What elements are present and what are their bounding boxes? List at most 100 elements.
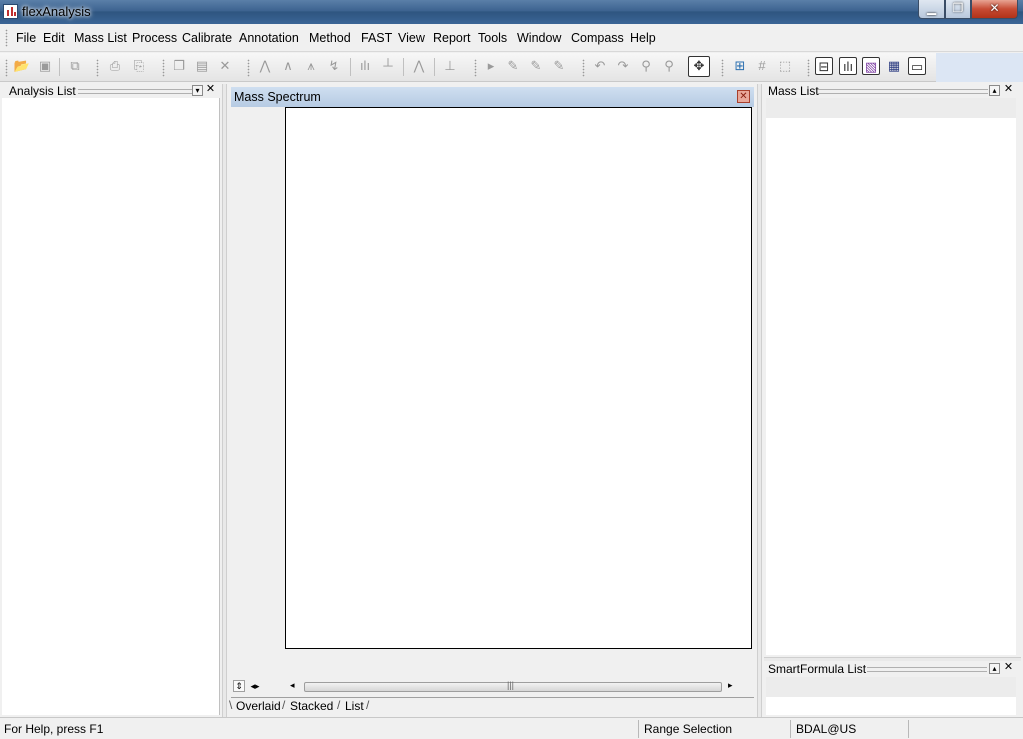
menu-help[interactable]: Help	[630, 31, 656, 45]
restore-button[interactable]: ❐	[945, 0, 971, 19]
tree-view-icon[interactable]: ⊟	[815, 57, 833, 75]
toolbar-grip-3[interactable]	[162, 59, 165, 77]
grid-icon[interactable]: #	[753, 57, 771, 75]
mass-spectrum-close-button[interactable]: ✕	[737, 90, 750, 103]
method-check-icon[interactable]: ✎	[527, 57, 545, 75]
horizontal-zoom-icon[interactable]: ◂▸	[248, 680, 262, 692]
print-preview-icon[interactable]: ⎙	[106, 57, 124, 75]
smartformula-close-icon[interactable]: ✕	[1003, 662, 1014, 674]
toolbar-empty-area	[936, 53, 1023, 82]
spectrum-horizontal-scrollbar[interactable]: ◂ ||| ▸	[287, 680, 739, 694]
peak-pick-icon[interactable]: ılı	[356, 57, 374, 75]
menu-window[interactable]: Window	[517, 31, 561, 45]
menu-method[interactable]: Method	[309, 31, 351, 45]
play-icon[interactable]: ▸	[482, 57, 500, 75]
toolbar-grip-2[interactable]	[96, 59, 99, 77]
zoom-out-icon[interactable]: ⚲	[660, 57, 678, 75]
delete-icon[interactable]: ✕	[216, 57, 234, 75]
baseline-icon[interactable]: ⩚	[302, 57, 320, 75]
deconvolute-icon[interactable]: ↯	[325, 57, 343, 75]
status-mode: Range Selection	[644, 722, 733, 736]
annotate-icon[interactable]: ⊥	[441, 57, 459, 75]
table-icon[interactable]: ▦	[885, 57, 903, 75]
left-splitter[interactable]	[222, 84, 227, 717]
smartformula-column-header[interactable]	[766, 677, 1016, 697]
toolbar-grip[interactable]	[5, 59, 8, 77]
tab-list[interactable]: List	[345, 699, 364, 713]
scroll-left-icon[interactable]: ◂	[290, 680, 295, 691]
smartformula-list-area[interactable]	[766, 697, 1016, 715]
smartformula-list-header[interactable]: SmartFormula List	[764, 662, 1021, 678]
toolbar-separator	[403, 58, 404, 76]
paste-icon[interactable]: ▤	[193, 57, 211, 75]
mass-list-expand-button[interactable]: ▴	[989, 85, 1000, 96]
status-help-text: For Help, press F1	[4, 722, 104, 736]
export-icon[interactable]: ⬚	[776, 57, 794, 75]
print-icon[interactable]: ⎘	[130, 57, 148, 75]
scroll-right-icon[interactable]: ▸	[728, 680, 733, 691]
zoom-redo-icon[interactable]: ↷	[614, 57, 632, 75]
pan-icon[interactable]: ✥	[688, 56, 710, 77]
toolbar-separator	[350, 58, 351, 76]
mass-spectrum-title: Mass Spectrum	[234, 90, 321, 104]
restore-icon: ❐	[952, 1, 964, 15]
toolbar-grip-4[interactable]	[247, 59, 250, 77]
panel-grip	[867, 667, 987, 672]
menu-fast[interactable]: FAST	[361, 31, 392, 45]
status-divider	[908, 720, 909, 738]
menu-annotation[interactable]: Annotation	[239, 31, 299, 45]
bar-chart-icon[interactable]: ılı	[839, 57, 857, 75]
analysis-list-minimize-button[interactable]: ▾	[192, 85, 203, 96]
method-run-icon[interactable]: ✎	[550, 57, 568, 75]
menu-tools[interactable]: Tools	[478, 31, 507, 45]
menu-edit[interactable]: Edit	[43, 31, 65, 45]
mass-spectrum-header[interactable]: Mass Spectrum	[231, 87, 754, 107]
smooth-icon[interactable]: ∧	[279, 57, 297, 75]
minimize-button[interactable]: ▁	[918, 0, 945, 19]
mass-list-area[interactable]	[766, 118, 1016, 655]
menu-report[interactable]: Report	[433, 31, 471, 45]
vertical-zoom-icon[interactable]: ⇕	[233, 680, 245, 692]
save-icon[interactable]: ▣	[36, 57, 54, 75]
zoom-undo-icon[interactable]: ↶	[591, 57, 609, 75]
console-icon[interactable]: ▭	[908, 57, 926, 75]
toolbar-grip-6[interactable]	[582, 59, 585, 77]
mass-pick-icon[interactable]: ┴	[379, 57, 397, 75]
peak-icon[interactable]: ⋀	[256, 57, 274, 75]
smartformula-expand-button[interactable]: ▴	[989, 663, 1000, 674]
menu-file[interactable]: File	[16, 31, 36, 45]
spectrum-plot-area[interactable]	[285, 107, 752, 649]
properties-icon[interactable]: ⧉	[66, 57, 84, 75]
toolbar-grip-8[interactable]	[807, 59, 810, 77]
menu-view[interactable]: View	[398, 31, 425, 45]
title-bar[interactable]: flexAnalysis	[0, 0, 1023, 24]
tab-edge: \	[229, 698, 233, 712]
app-logo-icon	[3, 4, 18, 19]
method-edit-icon[interactable]: ✎	[504, 57, 522, 75]
menu-calibrate[interactable]: Calibrate	[182, 31, 232, 45]
toolbar-grip-7[interactable]	[721, 59, 724, 77]
scrollbar-thumb[interactable]: |||	[304, 680, 722, 692]
image-icon[interactable]: ▧	[862, 57, 880, 75]
mass-list-close-icon[interactable]: ✕	[1003, 84, 1014, 96]
tab-stacked[interactable]: Stacked	[290, 699, 333, 713]
envelope-icon[interactable]: ⋀	[410, 57, 428, 75]
spectrum-view-icon[interactable]: ⊞	[731, 57, 749, 75]
right-horizontal-splitter[interactable]	[764, 657, 1021, 661]
tab-overlaid[interactable]: Overlaid	[236, 699, 281, 713]
open-folder-icon[interactable]: 📂	[13, 57, 31, 75]
toolbar-grip-5[interactable]	[474, 59, 477, 77]
menubar-grip[interactable]	[5, 29, 8, 47]
analysis-list-close-icon[interactable]: ✕	[205, 84, 216, 96]
menu-compass[interactable]: Compass	[571, 31, 624, 45]
copy-icon[interactable]: ❐	[170, 57, 188, 75]
close-window-button[interactable]: ✕	[971, 0, 1018, 19]
tab-divider	[231, 697, 754, 698]
zoom-in-icon[interactable]: ⚲	[637, 57, 655, 75]
right-splitter[interactable]	[757, 84, 762, 717]
mass-list-title: Mass List	[768, 84, 819, 98]
menu-process[interactable]: Process	[132, 31, 177, 45]
mass-list-column-header[interactable]	[766, 98, 1016, 118]
analysis-list-area[interactable]	[2, 98, 220, 715]
menu-mass-list[interactable]: Mass List	[74, 31, 127, 45]
